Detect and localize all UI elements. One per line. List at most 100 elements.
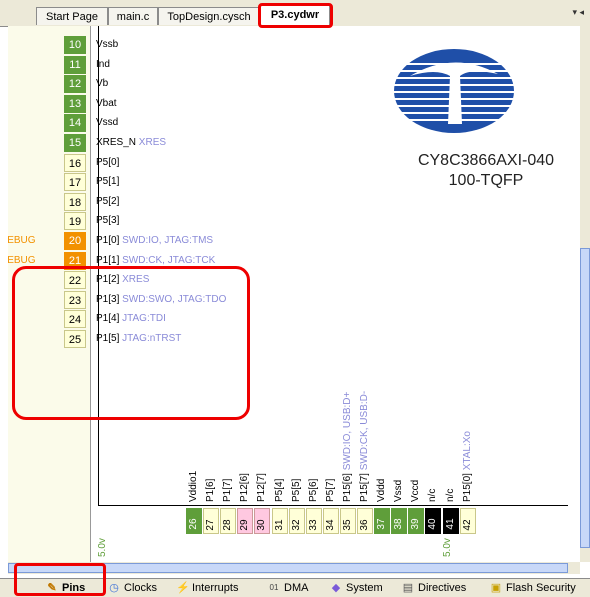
- pin-name: P5[7]: [324, 478, 336, 502]
- pin-name: XRES_N: [96, 137, 137, 148]
- tab-interrupts[interactable]: ⚡ Interrupts: [174, 580, 260, 596]
- tab-flash-security[interactable]: ▣ Flash Security: [488, 580, 584, 596]
- pin-name: P5[5]: [290, 478, 302, 502]
- tab-start-page[interactable]: Start Page: [36, 7, 108, 25]
- pin-name: P15[0]: [461, 473, 473, 502]
- debug-label-21: DEBUG: [8, 254, 36, 266]
- pin-label-15[interactable]: XRES_N XRES: [96, 137, 166, 148]
- pin-label-33[interactable]: P5[6]: [308, 479, 319, 502]
- pin-number-text: 37: [376, 518, 388, 530]
- pin-number-37[interactable]: 37: [374, 508, 391, 534]
- pin-name: Vssb: [96, 39, 119, 50]
- pin-number-text: 42: [461, 519, 473, 531]
- pin-name: n/c: [427, 488, 439, 502]
- pin-label-17[interactable]: P5[1]: [96, 176, 119, 187]
- pin-label-38[interactable]: Vssd: [393, 480, 404, 502]
- pin-function: SWD:IO, JTAG:TMS: [122, 235, 214, 246]
- tab-list-icon[interactable]: ▾ ◂: [572, 7, 584, 18]
- pin-number-20[interactable]: 20: [64, 232, 86, 250]
- pin-number-14[interactable]: 14: [64, 114, 86, 133]
- pin-number-13[interactable]: 13: [64, 94, 86, 113]
- tab-dma[interactable]: 01 DMA: [266, 580, 316, 596]
- pin-number-18[interactable]: 18: [64, 192, 86, 211]
- pin-label-21[interactable]: P1[1] SWD:CK, JTAG:TCK: [96, 255, 215, 266]
- pin-label-29[interactable]: P12[6]: [239, 473, 250, 502]
- pin-label-35[interactable]: P15[6] SWD:IO, USB:D+: [342, 392, 353, 502]
- pin-number-36[interactable]: 36: [357, 508, 373, 534]
- lightning-icon: ⚡: [176, 582, 190, 594]
- chip-outline-bottom: [98, 505, 568, 506]
- pin-number-34[interactable]: 34: [322, 508, 339, 534]
- pin-number-10[interactable]: 10: [64, 36, 86, 54]
- pin-number-39[interactable]: 39: [408, 508, 425, 534]
- pin-label-18[interactable]: P5[2]: [96, 196, 119, 207]
- pin-number-text: 30: [256, 519, 268, 531]
- pin-number-41[interactable]: 41: [442, 508, 459, 534]
- tab-main-c[interactable]: main.c: [108, 7, 158, 25]
- pin-number-12[interactable]: 12: [64, 75, 86, 94]
- pin-number-19[interactable]: 19: [64, 212, 86, 231]
- pin-function: XTAL:Xo: [461, 431, 473, 471]
- pin-label-30[interactable]: P12[7]: [256, 473, 267, 502]
- pin-number-29[interactable]: 29: [237, 508, 254, 534]
- pin-number-15[interactable]: 15: [64, 134, 86, 152]
- pin-label-10[interactable]: Vssb: [96, 39, 118, 50]
- pin-label-40[interactable]: n/c: [427, 489, 438, 502]
- pin-label-42[interactable]: P15[0] XTAL:Xo: [462, 431, 473, 502]
- pin-number-31[interactable]: 31: [271, 508, 288, 534]
- pin-number-text: 29: [239, 519, 251, 531]
- pin-name: P12[7]: [256, 473, 268, 502]
- pin-label-19[interactable]: P5[3]: [96, 215, 119, 226]
- pin-number-text: 27: [205, 519, 217, 531]
- vertical-scrollbar[interactable]: [580, 26, 590, 562]
- pin-number-text: 26: [188, 518, 199, 530]
- pin-number-38[interactable]: 38: [391, 508, 408, 534]
- pin-label-36[interactable]: P15[7] SWD:CK, USB:D-: [359, 391, 370, 502]
- part-number: CY8C3866AXI-040 100-TQFP: [396, 152, 576, 190]
- highlight-p3-tab: [258, 3, 333, 28]
- pin-function: SWD:CK, USB:D-: [359, 390, 370, 471]
- tab-directives[interactable]: ▤ Directives: [400, 580, 476, 596]
- tab-clocks[interactable]: ◷ Clocks: [106, 580, 162, 596]
- pin-label-31[interactable]: P5[4]: [274, 479, 285, 502]
- pin-name: P1[1]: [96, 254, 120, 266]
- pin-number-text: 41: [444, 518, 456, 530]
- pin-number-16[interactable]: 16: [64, 153, 86, 172]
- pin-number-26[interactable]: 26: [186, 508, 202, 534]
- pin-number-27[interactable]: 27: [203, 508, 220, 534]
- pin-label-14[interactable]: Vssd: [96, 117, 118, 128]
- pin-number-text: 39: [410, 518, 422, 530]
- pin-label-16[interactable]: P5[0]: [96, 157, 119, 168]
- pin-label-27[interactable]: P1[6]: [205, 479, 216, 502]
- pin-label-20[interactable]: P1[0] SWD:IO, JTAG:TMS: [96, 235, 213, 246]
- pin-number-32[interactable]: 32: [288, 508, 305, 534]
- pin-number-17[interactable]: 17: [64, 173, 86, 192]
- pin-number-text: 34: [324, 519, 336, 531]
- tab-system[interactable]: ◆ System: [328, 580, 388, 596]
- pin-label-28[interactable]: P1[7]: [222, 479, 233, 502]
- highlight-pins-tab: [14, 563, 106, 596]
- pin-number-40[interactable]: 40: [425, 508, 442, 534]
- tab-topdesign[interactable]: TopDesign.cysch: [158, 7, 260, 25]
- pin-label-37[interactable]: Vddd: [376, 479, 387, 502]
- pin-number-11[interactable]: 11: [64, 55, 86, 74]
- pin-label-39[interactable]: Vccd: [410, 480, 421, 502]
- tab-flash-security-label: Flash Security: [506, 582, 576, 594]
- document-icon: ▤: [402, 582, 414, 594]
- part-number-line1: CY8C3866AXI-040: [417, 152, 555, 169]
- pin-number-30[interactable]: 30: [254, 508, 271, 534]
- vertical-scroll-thumb[interactable]: [580, 248, 590, 548]
- pin-label-34[interactable]: P5[7]: [325, 479, 336, 502]
- pin-number-28[interactable]: 28: [220, 508, 237, 534]
- pin-function: XRES: [138, 137, 167, 148]
- cypress-logo: [394, 49, 514, 133]
- pin-number-35[interactable]: 35: [339, 508, 356, 534]
- pin-name: Vddio1: [188, 470, 199, 502]
- pin-number-42[interactable]: 42: [459, 508, 476, 534]
- pin-label-32[interactable]: P5[5]: [291, 479, 302, 502]
- pin-label-26[interactable]: Vddio1: [188, 471, 199, 502]
- pin-label-41[interactable]: n/c: [445, 489, 456, 502]
- voltage-label-pin26: 5.0v: [97, 538, 108, 557]
- pin-label-13[interactable]: Vbat: [96, 98, 117, 109]
- pin-number-33[interactable]: 33: [305, 508, 322, 534]
